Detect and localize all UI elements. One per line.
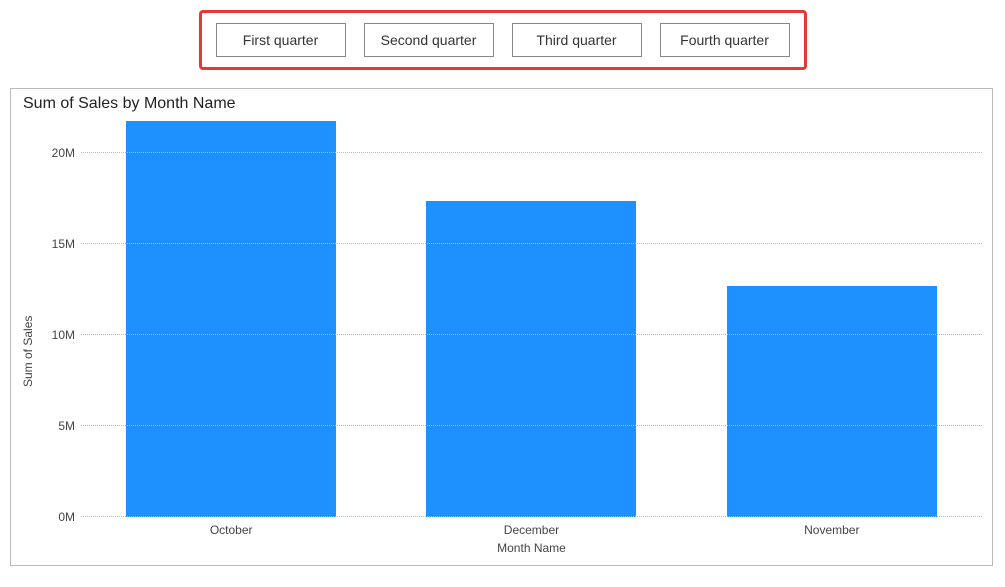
chart-card: Sum of Sales by Month Name Sum of Sales … xyxy=(10,88,993,566)
x-axis-label: Month Name xyxy=(81,541,982,555)
gridline xyxy=(81,516,982,517)
gridline xyxy=(81,425,982,426)
bar[interactable] xyxy=(426,201,636,517)
slicer-button-q3[interactable]: Third quarter xyxy=(512,23,642,57)
y-tick-label: 0M xyxy=(58,510,75,524)
slicer-button-q2[interactable]: Second quarter xyxy=(364,23,494,57)
gridline xyxy=(81,243,982,244)
chart-body: Sum of Sales 0M 5M 10M 15M 20M October Decemb… xyxy=(21,117,982,555)
chart-title: Sum of Sales by Month Name xyxy=(23,95,982,113)
quarter-slicer-highlight: First quarter Second quarter Third quart… xyxy=(199,10,807,70)
x-tick-label: October xyxy=(126,523,336,537)
y-axis: 0M5M10M15M20M xyxy=(37,117,81,517)
y-tick-label: 5M xyxy=(58,419,75,433)
x-tick-label: November xyxy=(727,523,937,537)
gridline xyxy=(81,334,982,335)
x-tick-label: December xyxy=(426,523,636,537)
slicer-button-q4[interactable]: Fourth quarter xyxy=(660,23,790,57)
bar[interactable] xyxy=(126,121,336,517)
plot-area xyxy=(81,117,982,517)
y-tick-label: 15M xyxy=(52,237,75,251)
gridline xyxy=(81,152,982,153)
slicer-button-q1[interactable]: First quarter xyxy=(216,23,346,57)
bar[interactable] xyxy=(727,286,937,517)
y-tick-label: 20M xyxy=(52,146,75,160)
plot-wrap: October December November Month Name xyxy=(81,117,982,555)
y-axis-label: Sum of Sales xyxy=(21,117,37,555)
y-tick-label: 10M xyxy=(52,328,75,342)
bars-container xyxy=(81,117,982,517)
x-axis-ticks: October December November xyxy=(81,523,982,537)
